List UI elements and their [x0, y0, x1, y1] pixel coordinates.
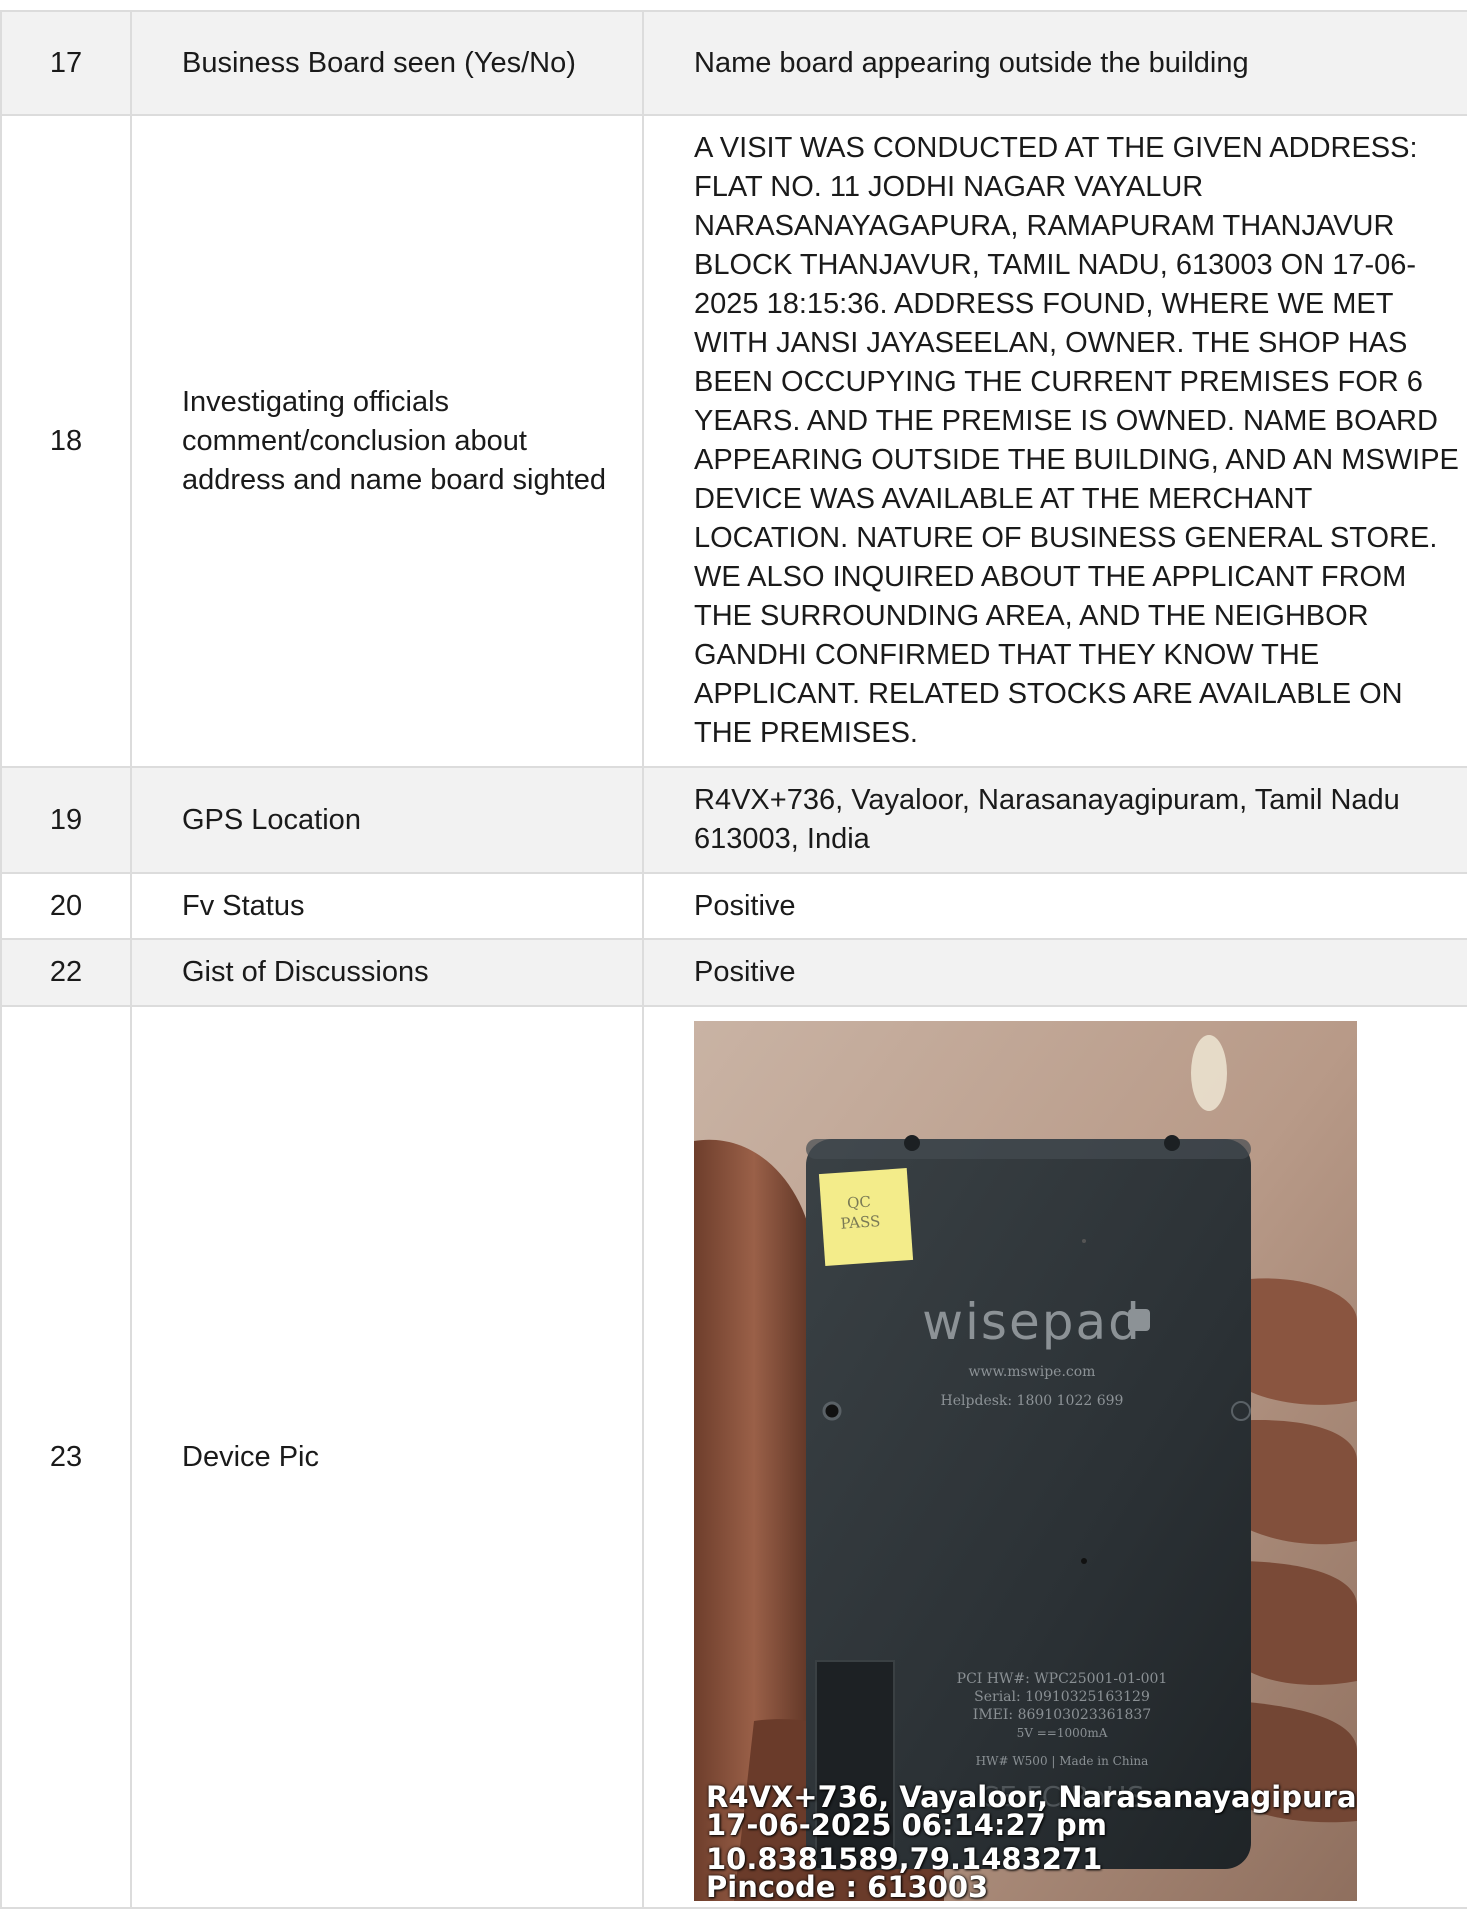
- screw-icon: [822, 1401, 842, 1421]
- table-row: 17 Business Board seen (Yes/No) Name boa…: [0, 10, 1467, 116]
- table-row: 23 Device Pic QC PASS wisepad www.mswipe…: [0, 1005, 1467, 1909]
- device-label-serial: Serial: 10910325163129: [974, 1689, 1150, 1705]
- stamp-datetime: 17-06-2025 06:14:27 pm: [706, 1808, 1107, 1842]
- dot-mark: [1081, 1558, 1087, 1564]
- device-helpdesk: Helpdesk: 1800 1022 699: [941, 1393, 1124, 1409]
- table-row: 20 Fv Status Positive: [0, 872, 1467, 940]
- row-label: Device Pic: [130, 1005, 644, 1909]
- device-website: www.mswipe.com: [969, 1364, 1096, 1380]
- row-label: Fv Status: [130, 872, 644, 940]
- background-object: [1191, 1035, 1227, 1111]
- dot-mark: [1082, 1239, 1086, 1243]
- row-number: 19: [0, 766, 132, 874]
- row-label: Investigating officials comment/conclusi…: [130, 114, 644, 768]
- report-sheet: 17 Business Board seen (Yes/No) Name boa…: [0, 10, 1467, 1909]
- stamp-coordinates: 10.8381589,79.1483271: [706, 1842, 1103, 1876]
- table-row: 19 GPS Location R4VX+736, Vayaloor, Nara…: [0, 766, 1467, 874]
- finger-shape: [1234, 1278, 1357, 1405]
- table-row: 22 Gist of Discussions Positive: [0, 938, 1467, 1007]
- row-number: 23: [0, 1005, 132, 1909]
- stamp-address: R4VX+736, Vayaloor, Narasanayagipuram, T…: [706, 1780, 1357, 1814]
- row-value: R4VX+736, Vayaloor, Narasanayagipuram, T…: [642, 766, 1467, 874]
- row-number: 17: [0, 10, 132, 116]
- device-photo-cell: QC PASS wisepad www.mswipe.com Helpdesk:…: [642, 1005, 1467, 1909]
- row-label: GPS Location: [130, 766, 644, 874]
- notch-icon: [1164, 1135, 1180, 1151]
- device-top-edge: [806, 1139, 1251, 1159]
- row-label: Gist of Discussions: [130, 938, 644, 1007]
- row-value: Name board appearing outside the buildin…: [642, 10, 1467, 116]
- device-photo: QC PASS wisepad www.mswipe.com Helpdesk:…: [694, 1021, 1357, 1901]
- verification-table: 17 Business Board seen (Yes/No) Name boa…: [0, 10, 1467, 1909]
- device-label-imei: IMEI: 869103023361837: [973, 1707, 1151, 1723]
- stamp-pincode: Pincode : 613003: [706, 1870, 989, 1902]
- brand-logo: wisepad: [922, 1293, 1142, 1351]
- row-value: A VISIT WAS CONDUCTED AT THE GIVEN ADDRE…: [642, 114, 1467, 768]
- device-label-power: 5V ==1000mA: [1017, 1726, 1108, 1740]
- device-label-made: HW# W500 | Made in China: [976, 1754, 1149, 1768]
- device-label-hw: PCI HW#: WPC25001-01-001: [957, 1671, 1168, 1687]
- brand-badge-icon: [1128, 1309, 1150, 1331]
- row-number: 18: [0, 114, 132, 768]
- finger-shape: [1234, 1420, 1357, 1545]
- row-number: 20: [0, 872, 132, 940]
- device-photo-illustration: QC PASS wisepad www.mswipe.com Helpdesk:…: [694, 1021, 1357, 1901]
- sticker-text-line1: QC: [846, 1193, 871, 1213]
- notch-icon: [904, 1135, 920, 1151]
- photo-geotag-stamp: R4VX+736, Vayaloor, Narasanayagipuram, T…: [706, 1780, 1357, 1902]
- row-value: Positive: [642, 938, 1467, 1007]
- row-value: Positive: [642, 872, 1467, 940]
- sticker-text-line2: PASS: [840, 1212, 881, 1233]
- row-label: Business Board seen (Yes/No): [130, 10, 644, 116]
- row-number: 22: [0, 938, 132, 1007]
- table-row: 18 Investigating officials comment/concl…: [0, 114, 1467, 768]
